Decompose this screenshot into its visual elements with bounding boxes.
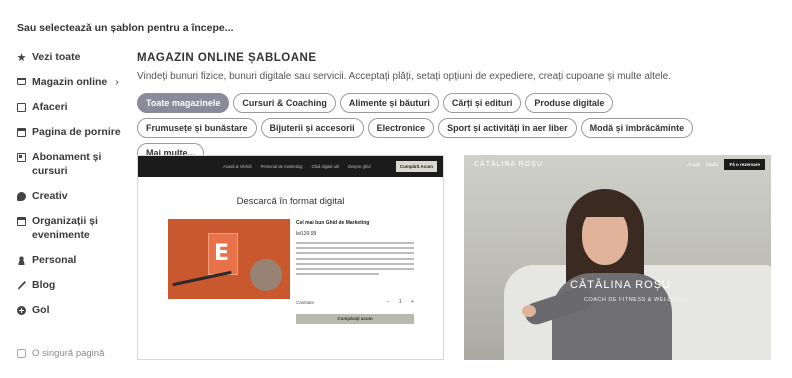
hand-shape <box>522 305 536 317</box>
minus-icon: − <box>386 299 390 305</box>
sidebar-item-label: Magazin online <box>32 76 108 88</box>
template-nav-link: Studio <box>705 162 719 167</box>
single-page-checkbox[interactable] <box>17 349 26 358</box>
single-page-label: O singură pagină <box>32 348 105 359</box>
sidebar-item-label: Abonament și cursuri <box>32 151 102 177</box>
filter-chip-courses[interactable]: Cursuri & Coaching <box>233 93 336 113</box>
hero-subtitle: COACH DE FITNESS & WELLNESS <box>584 297 688 303</box>
sidebar-item-landing-page[interactable]: Pagina de pornire <box>17 125 132 139</box>
template-nav-bar: Acasă & Vitrină Personal de marketing Gh… <box>138 156 443 177</box>
sidebar-item-creative[interactable]: Creativ <box>17 189 132 203</box>
sidebar-item-label: Creativ <box>32 190 68 202</box>
bangs-shape <box>576 197 634 217</box>
filter-chip-beauty[interactable]: Frumusețe și bunăstare <box>137 118 257 138</box>
sidebar-item-label: Vezi toate <box>32 51 81 63</box>
filter-chip-jewelry[interactable]: Bijuterii și accesorii <box>260 118 364 138</box>
template-nav-button: Fă o rezervare <box>724 159 765 170</box>
feather-icon <box>17 281 26 290</box>
filter-chip-sports[interactable]: Sport și activități în aer liber <box>438 118 577 138</box>
template-nav-link: Despre ghid <box>347 164 371 169</box>
book-letter: E <box>214 241 230 266</box>
product-description-placeholder <box>296 242 414 276</box>
template-card-digital-download[interactable]: Acasă & Vitrină Personal de marketing Gh… <box>137 155 444 360</box>
sidebar-item-blog[interactable]: Blog <box>17 278 132 292</box>
filter-chip-food[interactable]: Alimente și băuturi <box>339 93 439 113</box>
template-nav-link: Acasă <box>687 162 700 167</box>
user-icon <box>17 256 26 265</box>
quantity-value: 1 <box>398 299 402 305</box>
sidebar-item-label: Afaceri <box>32 101 68 113</box>
single-page-filter[interactable]: O singură pagină <box>17 348 104 359</box>
sidebar-item-label: Gol <box>32 304 50 316</box>
template-heading: Descarcă în format digital <box>236 196 345 207</box>
buy-now-button: Cumpărați acum <box>296 314 414 324</box>
quantity-label: Cantitate <box>296 299 315 305</box>
sidebar-item-label: Organizații și evenimente <box>32 215 98 241</box>
cart-icon <box>17 78 26 85</box>
section-title: MAGAZIN ONLINE ȘABLOANE <box>137 52 317 64</box>
template-nav-bar: Acasă Studio Fă o rezervare <box>687 159 765 170</box>
pen-shape <box>172 270 232 287</box>
filter-chip-electronics[interactable]: Electronice <box>367 118 435 138</box>
page-prompt: Sau selectează un șablon pentru a începe… <box>17 22 234 34</box>
filter-chip-books[interactable]: Cărți și edituri <box>442 93 522 113</box>
product-image: E <box>168 219 290 299</box>
filter-chips: Toate magazinele Cursuri & Coaching Alim… <box>137 93 717 163</box>
sidebar-item-online-store[interactable]: Magazin online › <box>17 75 132 89</box>
sidebar-item-subscription-courses[interactable]: Abonament și cursuri <box>17 150 132 178</box>
plus-icon: + <box>410 299 414 305</box>
product-info: Cel mai bun Ghid de Marketing lei139.99 <box>296 220 414 278</box>
plus-circle-icon <box>17 306 26 315</box>
sidebar-item-personal[interactable]: Personal <box>17 253 132 267</box>
template-nav-link: Acasă & Vitrină <box>223 164 252 169</box>
sidebar-item-label: Blog <box>32 279 56 291</box>
calendar-icon <box>17 217 26 226</box>
hero-name: CĂTĂLINA ROȘU <box>570 279 672 291</box>
sidebar-item-label: Personal <box>32 254 77 266</box>
palette-icon <box>17 192 26 201</box>
document-icon <box>17 103 26 112</box>
window-icon <box>17 128 26 137</box>
template-nav-link: Ghid digital util <box>311 164 339 169</box>
template-card-coach[interactable]: CĂTĂLINA ROȘU Acasă Studio Fă o rezervar… <box>464 155 771 360</box>
sidebar-item-all[interactable]: Vezi toate <box>17 50 132 64</box>
sidebar-item-empty[interactable]: Gol <box>17 303 132 317</box>
glass-shape <box>250 259 282 291</box>
product-title: Cel mai bun Ghid de Marketing <box>296 220 370 226</box>
product-price: lei139.99 <box>296 231 317 237</box>
sidebar-item-business[interactable]: Afaceri <box>17 100 132 114</box>
filter-chip-fashion[interactable]: Modă și îmbrăcăminte <box>580 118 694 138</box>
star-icon <box>17 53 26 62</box>
filter-chip-all-stores[interactable]: Toate magazinele <box>137 93 230 113</box>
id-card-icon <box>17 153 26 162</box>
template-nav-link: Personal de marketing <box>260 164 303 169</box>
sidebar-item-organizations-events[interactable]: Organizații și evenimente <box>17 214 132 242</box>
quantity-row: Cantitate − 1 + <box>296 299 414 305</box>
template-logo: CĂTĂLINA ROȘU <box>474 161 544 168</box>
category-sidebar: Vezi toate Magazin online › Afaceri Pagi… <box>17 50 132 328</box>
chevron-right-icon: › <box>115 76 119 88</box>
sidebar-item-label: Pagina de pornire <box>32 126 121 138</box>
filter-chip-digital[interactable]: Produse digitale <box>525 93 614 113</box>
section-description: Vindeți bunuri fizice, bunuri digitale s… <box>137 71 672 82</box>
template-nav-button: Cumpără Acum <box>395 161 437 172</box>
